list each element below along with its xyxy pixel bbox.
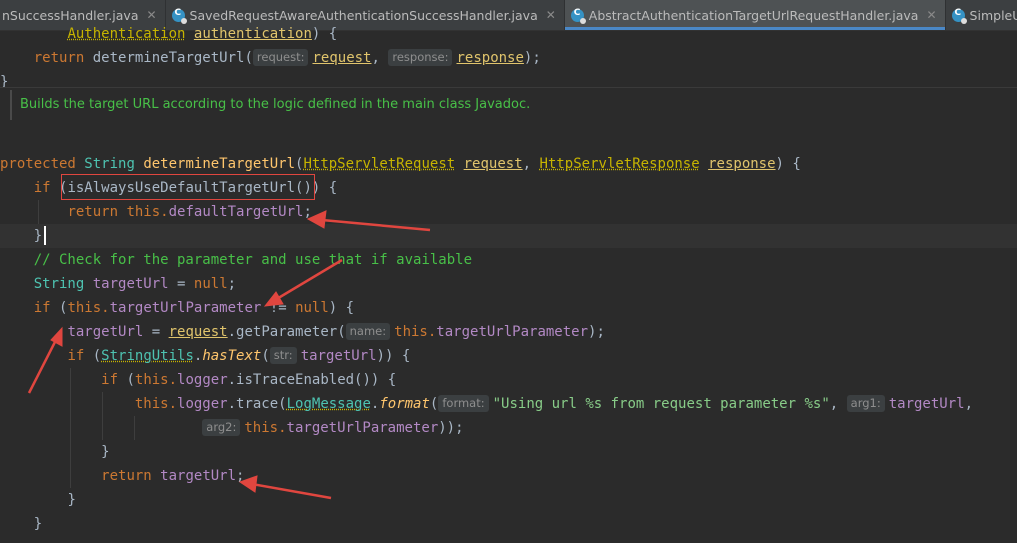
code-line: } bbox=[101, 444, 110, 460]
text-caret bbox=[44, 226, 46, 245]
code-line: // Check for the parameter and use that … bbox=[33, 252, 473, 268]
param-hint: format: bbox=[438, 395, 489, 412]
indent-guide bbox=[70, 368, 71, 488]
javadoc-comment: Builds the target URL according to the l… bbox=[10, 90, 1017, 120]
param-hint: name: bbox=[345, 323, 391, 340]
code-line: } bbox=[33, 516, 43, 532]
java-class-icon bbox=[171, 8, 187, 24]
code-line-current: } bbox=[0, 224, 1017, 248]
method-separator bbox=[0, 87, 1017, 88]
tab-label: SimpleUrlAuthenticatio bbox=[969, 7, 1017, 23]
code-editor[interactable]: Authentication authentication) { return … bbox=[0, 26, 1017, 543]
tab-label: AbstractAuthenticationTargetUrlRequestHa… bbox=[588, 7, 919, 23]
indent-guide bbox=[134, 416, 135, 440]
param-hint: arg2: bbox=[202, 419, 241, 436]
java-class-icon bbox=[570, 8, 586, 24]
param-hint: str: bbox=[269, 347, 297, 364]
tab-label: SavedRequestAwareAuthenticationSuccessHa… bbox=[189, 7, 538, 23]
code-line: if (this.logger.isTraceEnabled()) { bbox=[101, 372, 397, 388]
java-class-icon bbox=[951, 8, 967, 24]
code-line: Authentication authentication) { bbox=[67, 26, 338, 42]
close-icon[interactable]: ✕ bbox=[546, 8, 556, 22]
code-line: this.logger.trace(LogMessage.format(form… bbox=[134, 395, 974, 412]
param-hint: response: bbox=[388, 49, 453, 66]
code-line: if (StringUtils.hasText(str: targetUrl)) … bbox=[67, 347, 411, 364]
code-line: if (this.targetUrlParameter != null) { bbox=[33, 300, 355, 316]
tab-label: nSuccessHandler.java bbox=[2, 7, 139, 23]
close-icon[interactable]: ✕ bbox=[146, 8, 156, 22]
highlight-box bbox=[61, 174, 315, 200]
code-line: targetUrl = request.getParameter(name: th… bbox=[67, 323, 605, 340]
code-line: protected String determineTargetUrl(Http… bbox=[0, 156, 801, 172]
code-line: } bbox=[67, 492, 76, 508]
code-line: return determineTargetUrl(request: reques… bbox=[33, 49, 541, 66]
param-hint: arg1: bbox=[846, 395, 885, 412]
code-line: String targetUrl = null; bbox=[33, 276, 237, 292]
close-icon[interactable]: ✕ bbox=[926, 8, 936, 22]
indent-guide bbox=[38, 200, 39, 224]
code-line: return targetUrl; bbox=[101, 468, 245, 484]
param-hint: request: bbox=[252, 49, 309, 66]
indent-guide bbox=[102, 392, 103, 440]
code-line: return this.defaultTargetUrl; bbox=[67, 204, 312, 220]
code-line: arg2: this.targetUrlParameter)); bbox=[0, 416, 1017, 440]
